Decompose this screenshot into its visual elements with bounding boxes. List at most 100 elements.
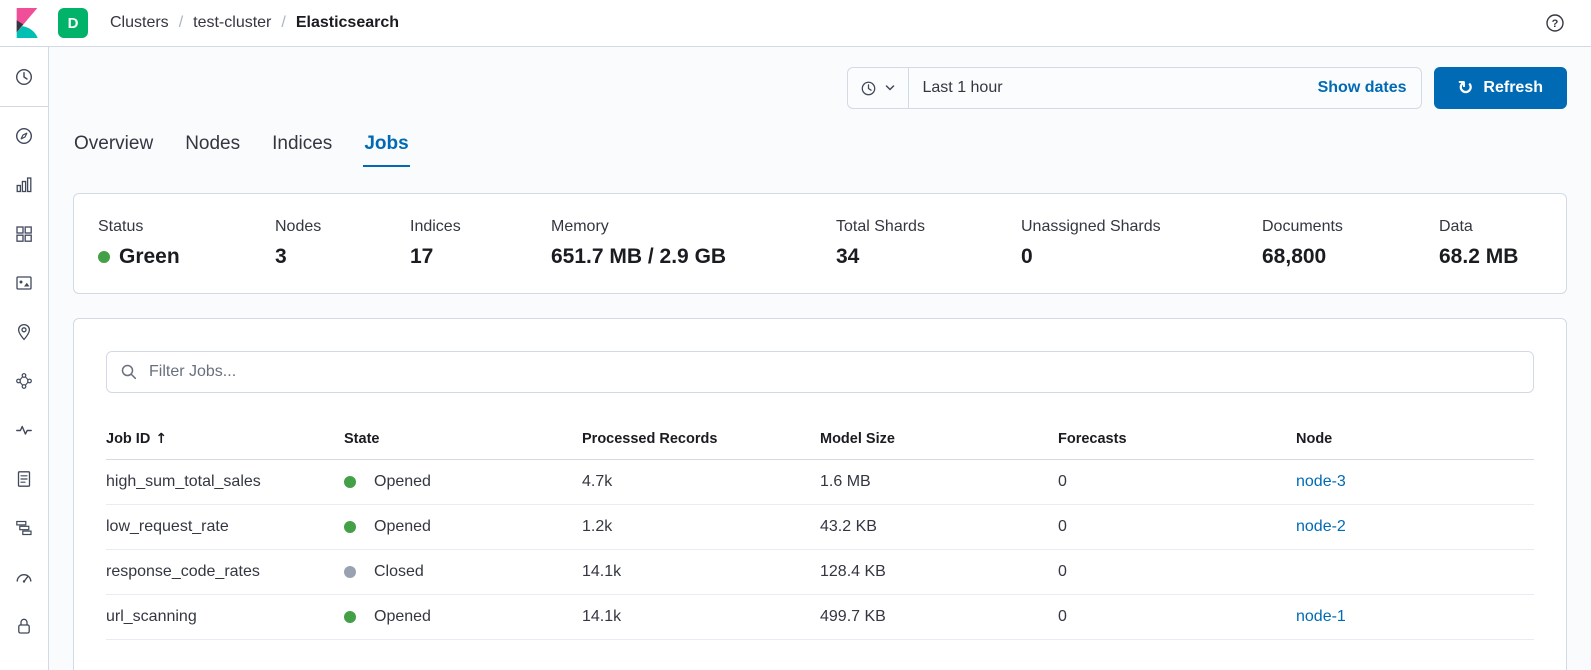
metrics-icon xyxy=(14,567,34,587)
refresh-button[interactable]: ↻ Refresh xyxy=(1433,67,1567,109)
chevron-down-icon xyxy=(884,82,896,94)
stat-value: 651.7 MB / 2.9 GB xyxy=(551,245,727,268)
column-header-node[interactable]: Node xyxy=(1296,431,1534,460)
sidebar-item-discover[interactable] xyxy=(8,120,40,152)
sidebar-item-dashboard[interactable] xyxy=(8,218,40,250)
breadcrumb: Clusters / test-cluster / Elasticsearch xyxy=(110,14,399,32)
breadcrumb-clusters[interactable]: Clusters xyxy=(110,14,169,32)
processed-records-cell: 4.7k xyxy=(582,459,820,505)
sidebar-item-canvas[interactable] xyxy=(8,267,40,299)
jobs-table: Job ID ↑ State Processed Records Model Si… xyxy=(106,431,1534,640)
sidebar-item-security[interactable] xyxy=(8,610,40,642)
header: D Clusters / test-cluster / Elasticsearc… xyxy=(0,0,1591,47)
stat-label: Unassigned Shards xyxy=(1021,218,1161,235)
state-dot xyxy=(344,476,356,488)
help-icon[interactable]: ? xyxy=(1539,7,1571,39)
stat-status: Status Green xyxy=(98,218,275,269)
job-id-cell: url_scanning xyxy=(106,594,344,640)
stat-value: 17 xyxy=(410,245,434,268)
stat-value: 34 xyxy=(836,245,860,268)
column-header-forecasts[interactable]: Forecasts xyxy=(1058,431,1296,460)
stat-label: Indices xyxy=(410,218,461,235)
refresh-icon: ↻ xyxy=(1457,76,1474,99)
canvas-icon xyxy=(14,273,34,293)
jobs-table-header-row: Job ID ↑ State Processed Records Model Si… xyxy=(106,431,1534,460)
dashboard-icon xyxy=(14,224,34,244)
state-cell: Opened xyxy=(344,473,574,491)
stat-data: Data 68.2 MB xyxy=(1439,218,1542,269)
node-link[interactable]: node-1 xyxy=(1296,608,1346,625)
search-icon xyxy=(120,363,138,381)
main-content: Last 1 hour Show dates ↻ Refresh Overvie… xyxy=(49,47,1591,670)
state-cell: Closed xyxy=(344,563,574,581)
processed-records-cell: 14.1k xyxy=(582,594,820,640)
breadcrumb-separator: / xyxy=(281,14,286,31)
cluster-summary-panel: Status Green Nodes 3 Indices 17 Memory 6… xyxy=(73,193,1567,294)
time-range-value[interactable]: Last 1 hour xyxy=(909,68,1304,108)
processed-records-cell: 1.2k xyxy=(582,504,820,550)
breadcrumb-test-cluster[interactable]: test-cluster xyxy=(193,14,271,32)
table-row: high_sum_total_sales Opened 4.7k 1.6 MB … xyxy=(106,459,1534,505)
forecasts-cell: 0 xyxy=(1058,549,1296,595)
visualize-icon xyxy=(14,175,34,195)
stat-value: 68.2 MB xyxy=(1439,245,1519,268)
sidebar-item-visualize[interactable] xyxy=(8,169,40,201)
time-picker-menu-button[interactable] xyxy=(848,68,909,108)
column-header-job-id[interactable]: Job ID ↑ xyxy=(106,431,344,460)
maps-icon xyxy=(14,322,34,342)
stat-value: 68,800 xyxy=(1262,245,1327,268)
tab-overview[interactable]: Overview xyxy=(73,129,154,167)
state-dot xyxy=(344,611,356,623)
sidebar-item-recently-viewed[interactable] xyxy=(8,61,40,93)
node-link[interactable]: node-2 xyxy=(1296,518,1346,535)
table-row: response_code_rates Closed 14.1k 128.4 K… xyxy=(106,549,1534,595)
jobs-panel: Job ID↑ State Processed Records Model Si… xyxy=(73,318,1567,670)
column-header-model-size[interactable]: Model Size xyxy=(820,431,1058,460)
model-size-cell: 1.6 MB xyxy=(820,459,1058,505)
tab-indices[interactable]: Indices xyxy=(271,129,333,167)
stat-documents: Documents 68,800 xyxy=(1262,218,1439,269)
status-dot xyxy=(98,251,110,263)
svg-text:?: ? xyxy=(1552,18,1559,30)
column-header-processed-records[interactable]: Processed Records xyxy=(582,431,820,460)
stat-label: Status xyxy=(98,218,144,235)
node-link[interactable]: node-3 xyxy=(1296,473,1346,490)
tab-jobs[interactable]: Jobs xyxy=(363,129,410,167)
space-badge[interactable]: D xyxy=(58,8,88,38)
sort-ascending-icon: ↑ xyxy=(155,431,168,447)
sidebar-item-maps[interactable] xyxy=(8,316,40,348)
sidebar-item-uptime[interactable] xyxy=(8,414,40,446)
stat-total-shards: Total Shards 34 xyxy=(836,218,1021,269)
uptime-icon xyxy=(14,420,34,440)
state-cell: Opened xyxy=(344,518,574,536)
kibana-app: D Clusters / test-cluster / Elasticsearc… xyxy=(0,0,1591,670)
model-size-cell: 128.4 KB xyxy=(820,549,1058,595)
sidebar-item-apm[interactable] xyxy=(8,512,40,544)
kibana-logo[interactable] xyxy=(10,6,44,40)
sidebar-item-logs[interactable] xyxy=(8,463,40,495)
state-dot xyxy=(344,566,356,578)
stat-label: Total Shards xyxy=(836,218,925,235)
forecasts-cell: 0 xyxy=(1058,459,1296,505)
table-row: url_scanning Opened 14.1k 499.7 KB 0 nod… xyxy=(106,594,1534,640)
job-id-cell: high_sum_total_sales xyxy=(106,459,344,505)
show-dates-button[interactable]: Show dates xyxy=(1304,68,1421,108)
sidebar-item-machine-learning[interactable] xyxy=(8,365,40,397)
job-id-cell: low_request_rate xyxy=(106,504,344,550)
state-dot xyxy=(344,521,356,533)
recently-viewed-icon xyxy=(14,67,34,87)
tab-nodes[interactable]: Nodes xyxy=(184,129,241,167)
sidebar-item-metrics[interactable] xyxy=(8,561,40,593)
stat-label: Data xyxy=(1439,218,1473,235)
stat-label: Documents xyxy=(1262,218,1343,235)
logs-icon xyxy=(14,469,34,489)
refresh-button-label: Refresh xyxy=(1483,79,1543,96)
breadcrumb-elasticsearch: Elasticsearch xyxy=(295,14,400,31)
filter-jobs-input[interactable] xyxy=(149,363,1520,381)
model-size-cell: 43.2 KB xyxy=(820,504,1058,550)
column-header-state[interactable]: State xyxy=(344,431,582,460)
apm-icon xyxy=(14,518,34,538)
sidebar xyxy=(0,47,49,670)
breadcrumb-separator: / xyxy=(178,14,184,31)
stat-unassigned-shards: Unassigned Shards 0 xyxy=(1021,218,1262,269)
